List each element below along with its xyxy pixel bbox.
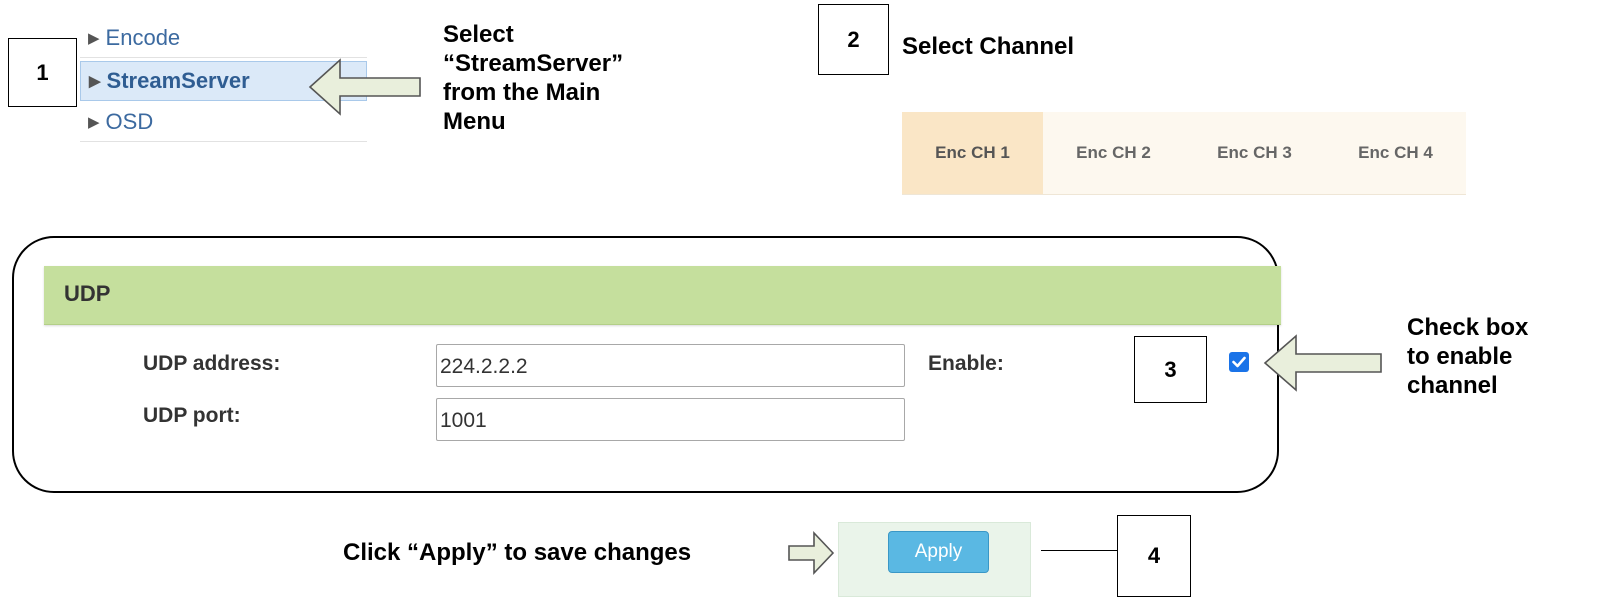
udp-header-title: UDP — [64, 281, 111, 306]
left-arrow-icon — [1263, 334, 1382, 392]
tab-enc-ch-3[interactable]: Enc CH 3 — [1184, 112, 1325, 194]
udp-section-header: UDP — [44, 266, 1281, 325]
step-1-callout: Select “StreamServer” from the Main Menu — [443, 20, 623, 136]
tab-enc-ch-1[interactable]: Enc CH 1 — [902, 112, 1043, 194]
callout-line: to enable — [1407, 343, 1513, 370]
menu-item-label: OSD — [105, 108, 154, 134]
right-arrow-icon — [788, 530, 835, 576]
udp-address-label: UDP address: — [143, 352, 281, 375]
step-3-callout: Check box to enable channel — [1407, 313, 1528, 400]
right-triangle-icon: ▶ — [89, 73, 101, 90]
right-triangle-icon: ▶ — [88, 113, 100, 131]
udp-port-input[interactable]: 1001 — [436, 398, 905, 441]
enable-label: Enable: — [928, 352, 1004, 375]
channel-tabs: Enc CH 1 Enc CH 2 Enc CH 3 Enc CH 4 — [902, 112, 1466, 195]
callout-line: from the Main — [443, 79, 601, 106]
enable-checkbox[interactable] — [1229, 352, 1249, 372]
step-4-box: 4 — [1117, 515, 1191, 597]
right-triangle-icon: ▶ — [88, 29, 100, 47]
callout-line: Select — [443, 21, 514, 48]
step-4-connector-line — [1041, 550, 1117, 551]
udp-address-input[interactable]: 224.2.2.2 — [436, 344, 905, 387]
callout-line: Check box — [1407, 314, 1529, 341]
tab-enc-ch-2[interactable]: Enc CH 2 — [1043, 112, 1184, 194]
step-2-callout: Select Channel — [902, 33, 1075, 60]
callout-line: channel — [1407, 372, 1498, 399]
step-3-box: 3 — [1134, 336, 1207, 403]
udp-port-label: UDP port: — [143, 404, 241, 427]
menu-item-encode[interactable]: ▶ Encode — [80, 18, 367, 58]
callout-line: “StreamServer” — [443, 50, 624, 77]
menu-item-label: Encode — [105, 24, 181, 50]
left-arrow-icon — [308, 58, 421, 116]
menu-item-label: StreamServer — [106, 68, 250, 93]
step-2-box: 2 — [818, 4, 889, 75]
callout-line: Menu — [443, 108, 506, 135]
step-4-callout: Click “Apply” to save changes — [343, 539, 692, 566]
checkmark-icon — [1232, 356, 1246, 368]
tab-enc-ch-4[interactable]: Enc CH 4 — [1325, 112, 1466, 194]
step-1-box: 1 — [8, 38, 77, 107]
apply-button[interactable]: Apply — [888, 531, 989, 573]
